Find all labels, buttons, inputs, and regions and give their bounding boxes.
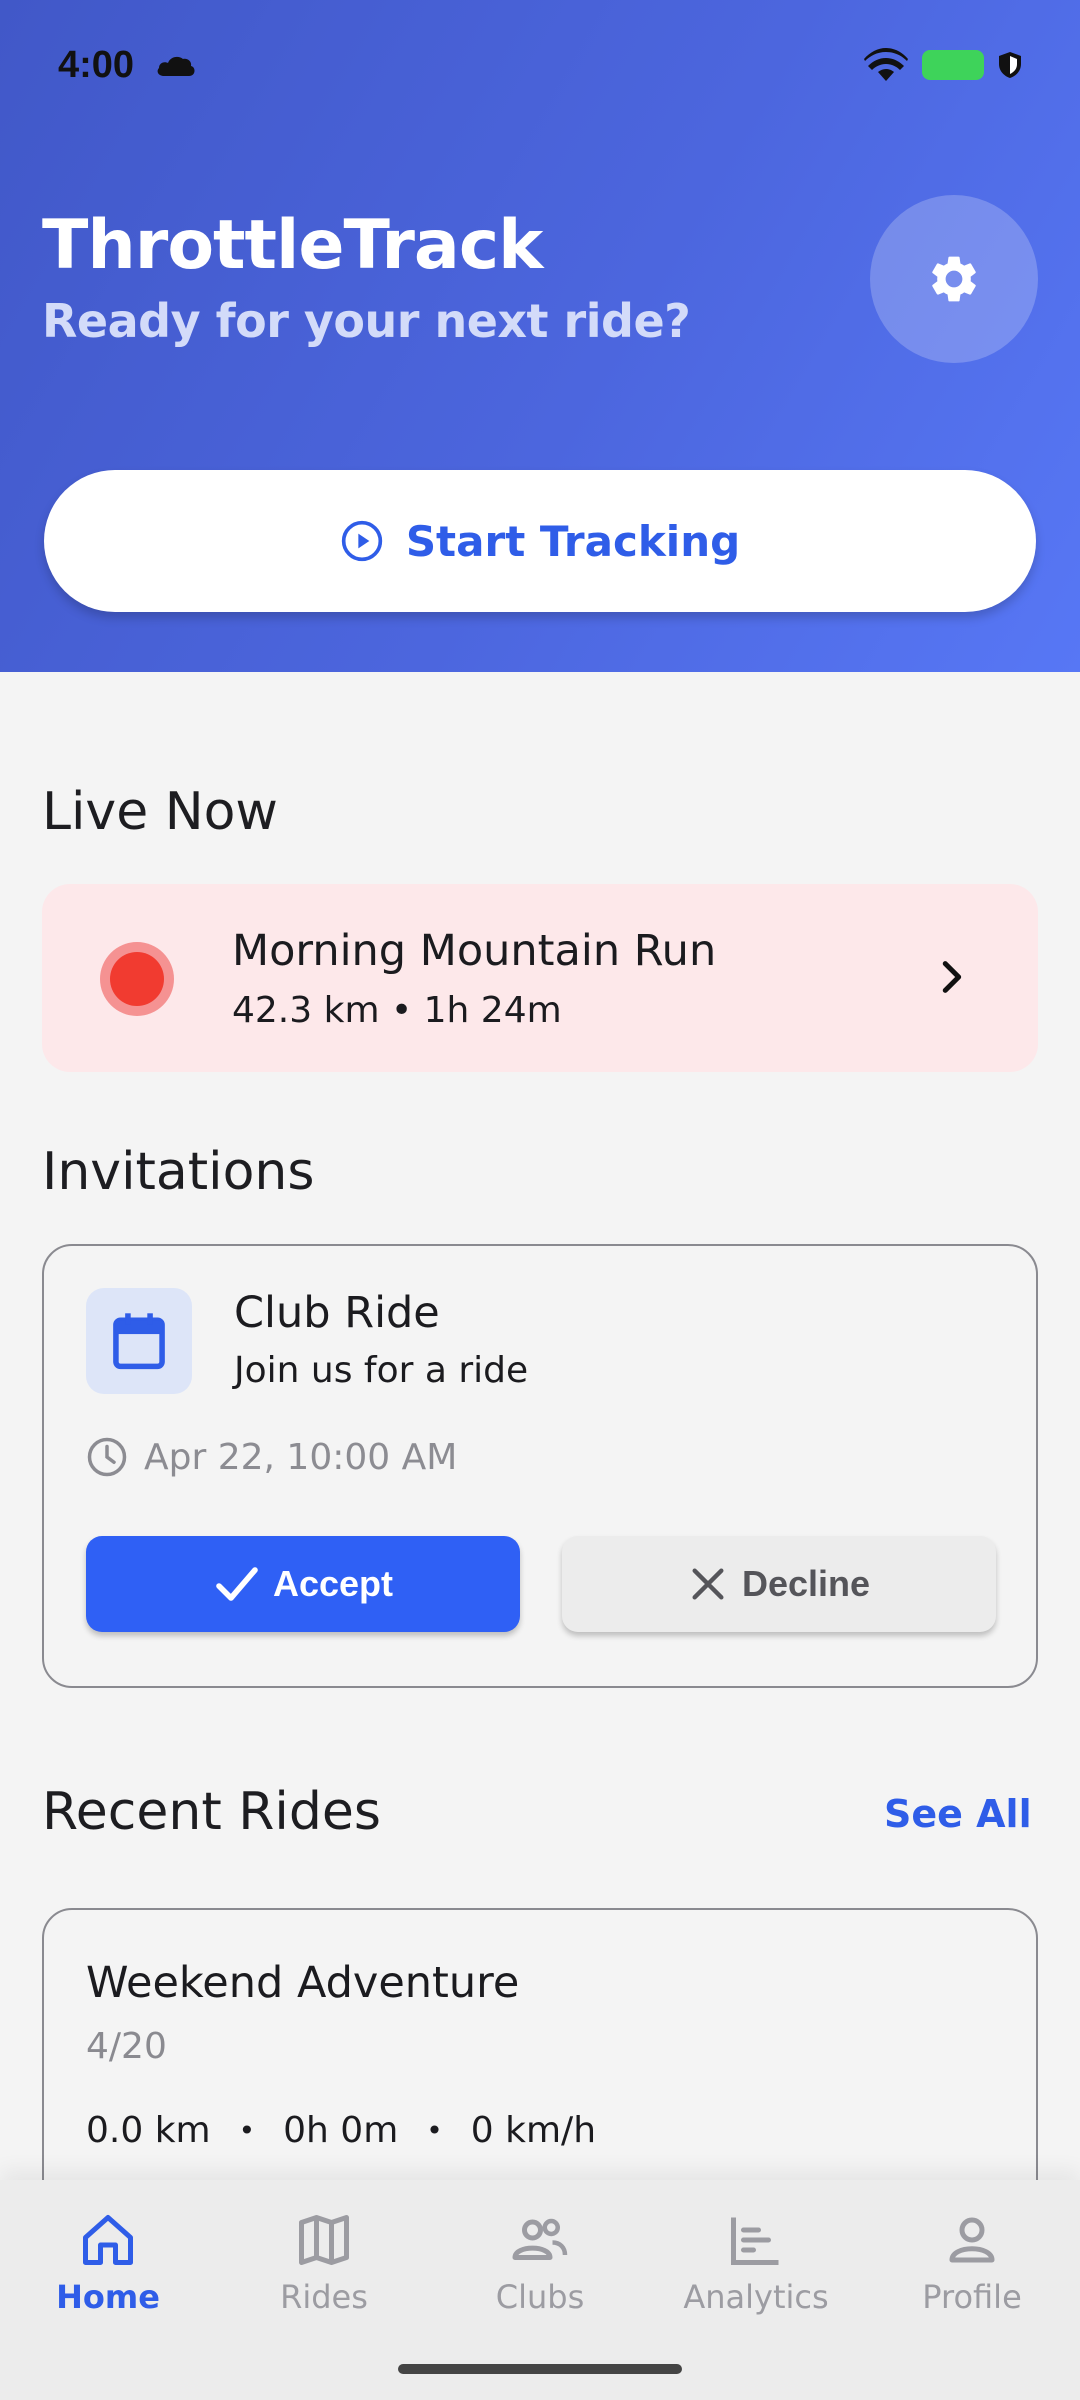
wifi-icon: [864, 48, 908, 81]
nav-label-rides: Rides: [280, 2278, 368, 2316]
ride-distance: 0.0 km: [86, 2110, 211, 2151]
decline-button[interactable]: Decline: [562, 1536, 996, 1632]
live-ride-name: Morning Mountain Run: [232, 926, 717, 976]
accept-button[interactable]: Accept: [86, 1536, 520, 1632]
home-indicator[interactable]: [398, 2364, 682, 2374]
start-tracking-label: Start Tracking: [405, 516, 741, 566]
group-icon: [512, 2218, 568, 2260]
live-ride-stats: 42.3 km • 1h 24m: [232, 990, 562, 1031]
separator-dot: •: [426, 2114, 443, 2147]
nav-label-analytics: Analytics: [683, 2278, 829, 2316]
status-icons: [864, 47, 1022, 83]
settings-button[interactable]: [870, 195, 1038, 363]
nav-label-profile: Profile: [922, 2278, 1022, 2316]
see-all-link[interactable]: See All: [884, 1792, 1032, 1836]
ride-title: Weekend Adventure: [86, 1958, 520, 2008]
status-time: 4:00: [58, 43, 135, 86]
invitation-card: Club Ride Join us for a ride Apr 22, 10:…: [42, 1244, 1038, 1688]
calendar-icon-box: [86, 1288, 192, 1394]
ride-date: 4/20: [86, 2026, 167, 2067]
app-subtitle: Ready for your next ride?: [42, 294, 691, 348]
ride-duration: 0h 0m: [283, 2110, 399, 2151]
recent-rides-title: Recent Rides: [42, 1782, 381, 1842]
invitations-title: Invitations: [42, 1142, 315, 1202]
nav-item-analytics[interactable]: Analytics: [666, 2210, 846, 2316]
header: 4:00 ThrottleTrack Ready for your next r…: [0, 0, 1080, 672]
ride-stats: 0.0 km • 0h 0m • 0 km/h: [86, 2110, 596, 2151]
invitation-time-row: Apr 22, 10:00 AM: [86, 1436, 457, 1478]
invitation-time: Apr 22, 10:00 AM: [144, 1436, 458, 1478]
ride-speed: 0 km/h: [470, 2110, 597, 2151]
chevron-right-icon: [942, 961, 962, 993]
analytics-icon: [731, 2217, 779, 2265]
live-ride-card[interactable]: Morning Mountain Run 42.3 km • 1h 24m: [42, 884, 1038, 1072]
separator-dot: •: [238, 2114, 256, 2147]
nav-item-profile[interactable]: Profile: [882, 2210, 1062, 2316]
nav-label-home: Home: [56, 2278, 160, 2316]
nav-label-clubs: Clubs: [495, 2278, 585, 2316]
invitation-title: Club Ride: [234, 1288, 440, 1338]
nav-item-home[interactable]: Home: [18, 2210, 198, 2316]
invitation-description: Join us for a ride: [234, 1350, 529, 1391]
accept-label: Accept: [272, 1563, 394, 1604]
cloud-icon: [157, 56, 195, 76]
live-now-title: Live Now: [42, 782, 278, 842]
battery-icon: [922, 50, 984, 80]
close-icon: [692, 1568, 724, 1600]
nav-item-rides[interactable]: Rides: [234, 2210, 414, 2316]
app-title: ThrottleTrack: [42, 206, 543, 285]
decline-label: Decline: [741, 1563, 871, 1604]
home-icon: [83, 2215, 133, 2265]
calendar-icon: [113, 1313, 165, 1370]
live-indicator-icon: [100, 942, 174, 1016]
play-circle-icon: [341, 520, 382, 562]
gear-icon: [932, 256, 976, 302]
shield-icon: [999, 52, 1021, 78]
status-bar: 4:00: [58, 40, 1022, 90]
start-tracking-button[interactable]: Start Tracking: [44, 470, 1036, 612]
map-icon: [299, 2215, 349, 2265]
nav-item-clubs[interactable]: Clubs: [450, 2210, 630, 2316]
person-icon: [949, 2217, 995, 2263]
clock-icon: [87, 1437, 127, 1477]
check-icon: [216, 1567, 258, 1601]
